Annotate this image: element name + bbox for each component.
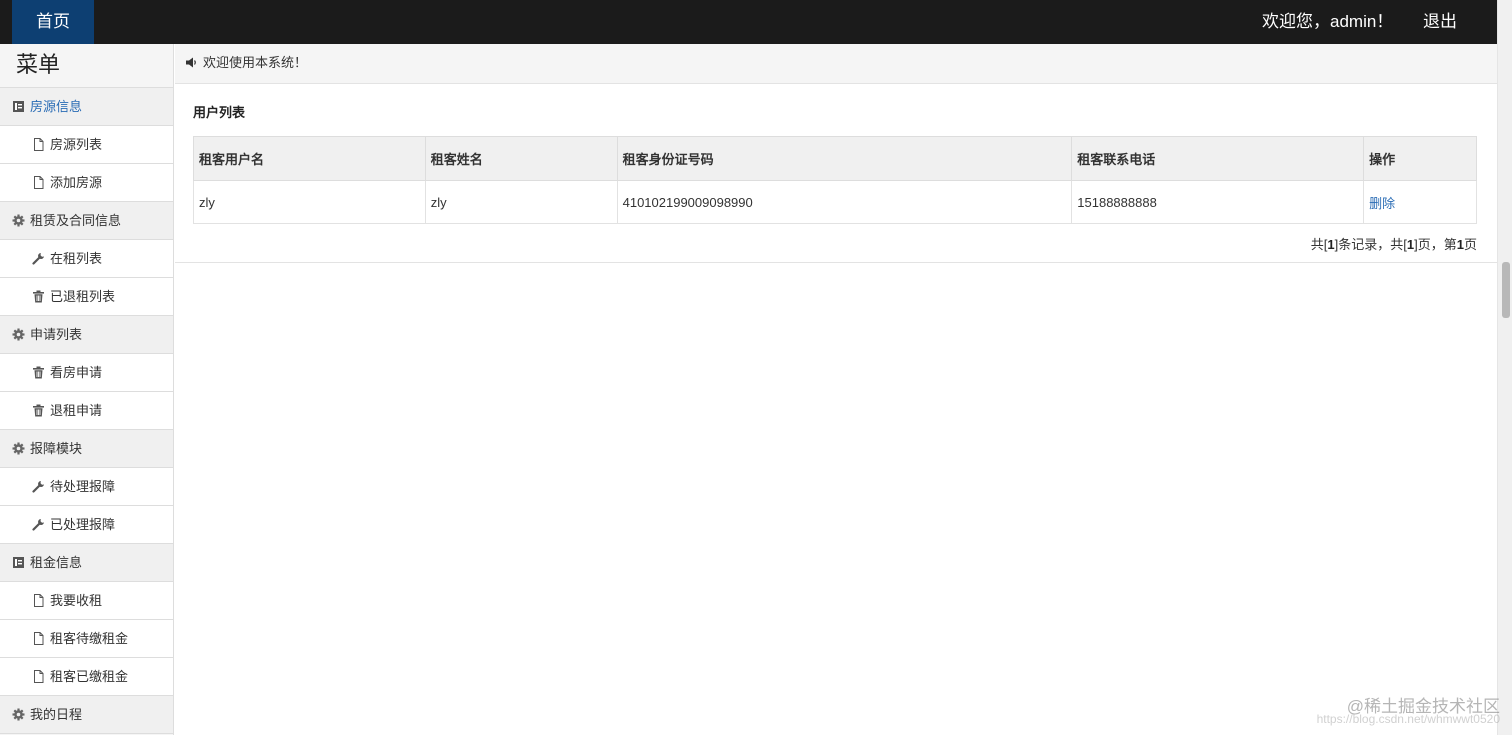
pagination-info: 共[1]条记录，共[1]页，第1页 [1311, 234, 1477, 253]
sidebar-item-label: 房源列表 [50, 137, 103, 152]
sidebar-item-label: 在租列表 [50, 251, 103, 266]
sidebar-item-label: 已退租列表 [50, 289, 116, 304]
pager-current: 1 [1456, 237, 1464, 252]
sidebar-item-viewing-requests[interactable]: 看房申请 [0, 354, 173, 392]
gear-icon [12, 708, 25, 721]
home-tab[interactable]: 首页 [12, 0, 94, 44]
column-header-username: 租客用户名 [193, 136, 426, 181]
trash-icon [32, 290, 45, 303]
table-header-row: 租客用户名 租客姓名 租客身份证号码 租客联系电话 操作 [193, 136, 1477, 181]
sidebar-group-label: 申请列表 [30, 327, 83, 342]
top-navbar: 首页 欢迎您，admin！ 退出 [0, 0, 1497, 44]
sidebar-item-paid-rent[interactable]: 租客已缴租金 [0, 658, 173, 696]
sidebar-group-lease[interactable]: 租赁及合同信息 [0, 202, 173, 240]
cell-id-number: 410102199009098990 [616, 180, 1073, 224]
sidebar-menu: 菜单 房源信息 房源列表 添加房源 租赁及合同信息 在租列表 已退租列表 申请列… [0, 44, 174, 735]
column-header-action: 操作 [1363, 136, 1477, 181]
sidebar-item-label: 添加房源 [50, 175, 103, 190]
sidebar-item-label: 看房申请 [50, 365, 103, 380]
book-icon [12, 556, 25, 569]
sidebar-group-applications[interactable]: 申请列表 [0, 316, 173, 354]
column-header-name: 租客姓名 [424, 136, 618, 181]
logout-link[interactable]: 退出 [1423, 0, 1457, 44]
sidebar-item-label: 租客已缴租金 [50, 669, 129, 684]
wrench-icon [32, 518, 45, 531]
gear-icon [12, 328, 25, 341]
sidebar-item-label: 退租申请 [50, 403, 103, 418]
table-row: zly zly 410102199009098990 15188888888 删… [193, 180, 1477, 224]
trash-icon [32, 366, 45, 379]
column-header-id-number: 租客身份证号码 [616, 136, 1073, 181]
sidebar-group-housing[interactable]: 房源信息 [0, 88, 173, 126]
file-icon [32, 594, 45, 607]
gear-icon [12, 214, 25, 227]
cell-phone: 15188888888 [1071, 180, 1365, 224]
file-icon [32, 138, 45, 151]
pager-mid1: ]条记录，共[ [1334, 237, 1407, 252]
file-icon [32, 176, 45, 189]
sidebar-item-label: 已处理报障 [50, 517, 116, 532]
sidebar-item-add-housing[interactable]: 添加房源 [0, 164, 173, 202]
gear-icon [12, 442, 25, 455]
column-header-phone: 租客联系电话 [1071, 136, 1365, 181]
user-table: 租客用户名 租客姓名 租客身份证号码 租客联系电话 操作 zly zly 410… [193, 136, 1477, 224]
sidebar-item-unpaid-rent[interactable]: 租客待缴租金 [0, 620, 173, 658]
pager-prefix: 共[ [1310, 237, 1328, 252]
sidebar-group-rent[interactable]: 租金信息 [0, 544, 173, 582]
wrench-icon [32, 480, 45, 493]
sidebar-item-checkout-requests[interactable]: 退租申请 [0, 392, 173, 430]
book-icon [12, 100, 25, 113]
sidebar-group-schedule[interactable]: 我的日程 [0, 696, 173, 734]
sidebar-item-label: 待处理报障 [50, 479, 116, 494]
cell-name: zly [424, 180, 618, 224]
sidebar-group-label: 租赁及合同信息 [30, 213, 122, 228]
delete-link[interactable]: 删除 [1369, 196, 1395, 211]
sidebar-item-collect-rent[interactable]: 我要收租 [0, 582, 173, 620]
welcome-text: 欢迎您，admin！ [1262, 12, 1394, 31]
sidebar-group-label: 报障模块 [30, 441, 83, 456]
sidebar-item-label: 我要收租 [50, 593, 103, 608]
sidebar-group-label: 我的日程 [30, 707, 83, 722]
pager-total: 1 [1327, 237, 1335, 252]
sidebar-item-pending-repairs[interactable]: 待处理报障 [0, 468, 173, 506]
cell-action: 删除 [1363, 180, 1477, 224]
pager-suffix: 页 [1463, 237, 1477, 252]
cell-username: zly [193, 180, 426, 224]
sidebar-group-repairs[interactable]: 报障模块 [0, 430, 173, 468]
sidebar-item-housing-list[interactable]: 房源列表 [0, 126, 173, 164]
sidebar-item-checked-out-list[interactable]: 已退租列表 [0, 278, 173, 316]
pager-mid2: ]页，第 [1414, 237, 1457, 252]
scrollbar-thumb[interactable] [1502, 262, 1510, 318]
notice-text: 欢迎使用本系统！ [203, 55, 308, 70]
trash-icon [32, 404, 45, 417]
page-scrollbar[interactable] [1497, 0, 1512, 735]
sidebar-item-renting-list[interactable]: 在租列表 [0, 240, 173, 278]
sidebar-group-label: 房源信息 [30, 99, 83, 114]
main-content: 欢迎使用本系统！ 用户列表 租客用户名 租客姓名 租客身份证号码 租客联系电话 … [175, 44, 1497, 735]
panel-title: 用户列表 [193, 105, 246, 120]
user-list-panel: 用户列表 租客用户名 租客姓名 租客身份证号码 租客联系电话 操作 zly zl… [175, 84, 1497, 263]
wrench-icon [32, 252, 45, 265]
file-icon [32, 632, 45, 645]
watermark-url: https://blog.csdn.net/whmwwt0520 [1316, 712, 1500, 726]
sidebar-item-processed-repairs[interactable]: 已处理报障 [0, 506, 173, 544]
file-icon [32, 670, 45, 683]
sidebar-group-label: 租金信息 [30, 555, 83, 570]
notice-bar: 欢迎使用本系统！ [175, 44, 1497, 84]
speaker-icon [185, 56, 198, 69]
menu-title: 菜单 [0, 44, 173, 88]
sidebar-item-label: 租客待缴租金 [50, 631, 129, 646]
